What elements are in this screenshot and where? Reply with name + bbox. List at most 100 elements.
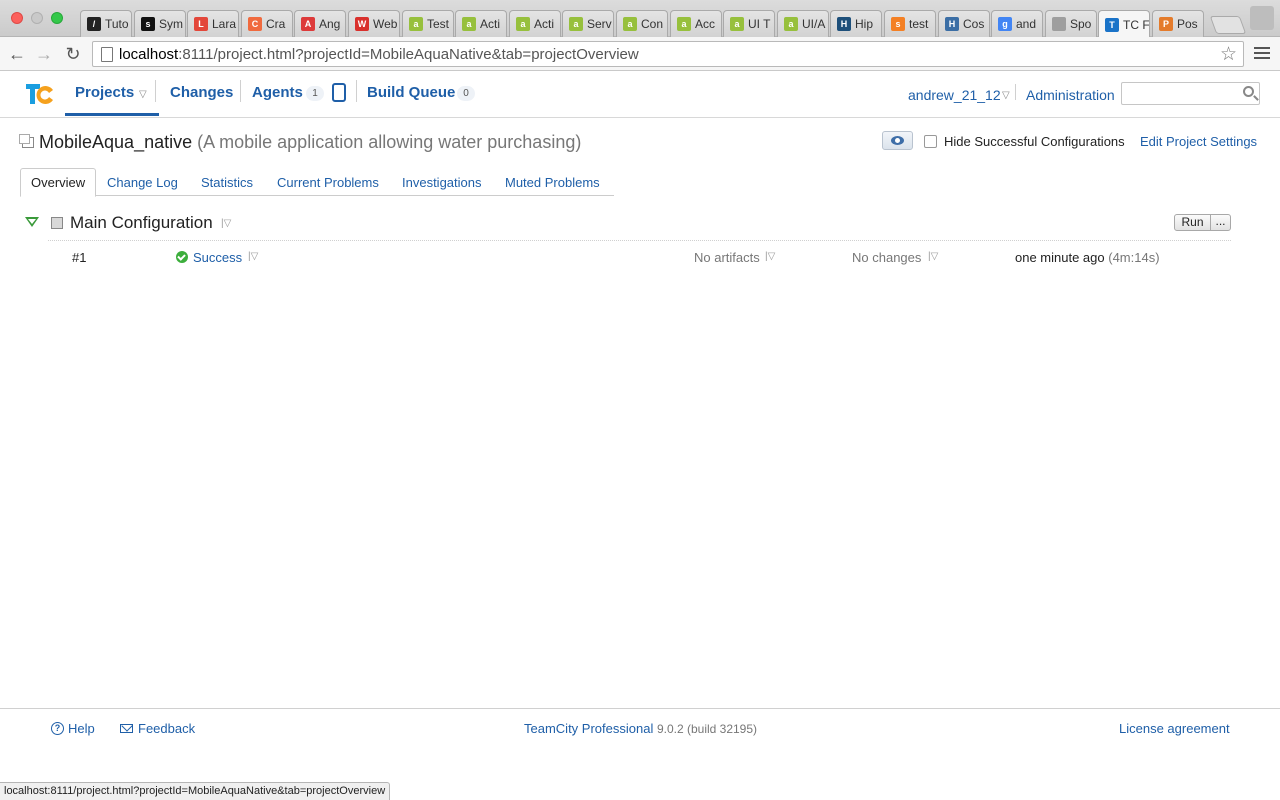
tab-label: Cra [266, 17, 286, 31]
success-check-icon [176, 251, 188, 263]
build-time-ago: one minute ago [1015, 250, 1105, 265]
tab-favicon-icon: H [945, 17, 959, 31]
tab-favicon-icon: W [355, 17, 369, 31]
browser-tab[interactable]: s Sym [134, 10, 186, 37]
build-status-link[interactable]: Success [193, 250, 242, 265]
help-link[interactable]: Help [68, 721, 95, 736]
bookmark-star-icon[interactable]: ☆ [1220, 43, 1237, 66]
browser-tab[interactable]: A Ang [294, 10, 346, 37]
browser-tab[interactable]: C Cra [241, 10, 293, 37]
artifacts-dropdown-caret-icon[interactable]: |▽ [765, 251, 775, 262]
address-bar[interactable]: localhost:8111/project.html?projectId=Mo… [92, 41, 1244, 67]
tab-label: and [1016, 17, 1037, 31]
tab-label: Lara [212, 17, 237, 31]
tab-label: Pos [1177, 17, 1198, 31]
tab-change-log[interactable]: Change Log [107, 175, 178, 190]
agent-status-icon[interactable] [332, 83, 346, 102]
user-menu-link[interactable]: andrew_21_12 [908, 87, 1001, 103]
zoom-window-button[interactable] [51, 12, 63, 24]
tab-overview[interactable]: Overview [20, 168, 97, 197]
tab-current-problems[interactable]: Current Problems [277, 175, 379, 190]
tab-favicon-icon: g [998, 17, 1012, 31]
tab-favicon-icon: a [516, 17, 530, 31]
help-icon[interactable]: ? [51, 722, 64, 735]
watch-eye-button[interactable] [882, 131, 913, 150]
projects-dropdown-caret-icon[interactable]: ▽ [139, 89, 147, 100]
run-button[interactable]: Run [1174, 214, 1211, 231]
browser-tab[interactable]: Spo [1045, 10, 1097, 37]
changes-link[interactable]: No changes [852, 250, 921, 265]
license-agreement-link[interactable]: License agreement [1119, 721, 1230, 736]
minimize-window-button[interactable] [31, 12, 43, 24]
tab-investigations[interactable]: Investigations [402, 175, 482, 190]
hide-successful-label[interactable]: Hide Successful Configurations [944, 134, 1125, 149]
edit-project-settings-link[interactable]: Edit Project Settings [1140, 134, 1257, 149]
config-dropdown-caret-icon[interactable]: |▽ [221, 218, 231, 229]
browser-tab[interactable]: a Test [402, 10, 454, 37]
tab-favicon-icon: a [784, 17, 798, 31]
project-name: MobileAqua_native [39, 132, 193, 152]
forward-arrow-icon[interactable]: → [33, 43, 55, 65]
browser-tab[interactable]: a Serv [562, 10, 614, 37]
browser-tab[interactable]: W Web [348, 10, 400, 37]
feedback-mail-icon[interactable] [120, 724, 133, 733]
tab-label: UI/A [802, 17, 826, 31]
tab-favicon-icon: H [837, 17, 851, 31]
browser-tab[interactable]: a Acti [455, 10, 507, 37]
product-link[interactable]: TeamCity Professional [524, 721, 653, 736]
hide-successful-checkbox[interactable] [924, 135, 937, 148]
product-version: TeamCity Professional 9.0.2 (build 32195… [524, 721, 757, 736]
tab-label: UI T [748, 17, 771, 31]
artifacts-link[interactable]: No artifacts [694, 250, 760, 265]
teamcity-logo-icon[interactable] [24, 81, 56, 107]
browser-tab[interactable]: H Cos [938, 10, 990, 37]
tab-favicon-icon: a [569, 17, 583, 31]
tab-favicon-icon: a [462, 17, 476, 31]
feedback-link[interactable]: Feedback [138, 721, 195, 736]
collapse-triangle-icon[interactable] [25, 217, 39, 227]
tab-label: Ang [319, 17, 341, 31]
build-time: one minute ago (4m:14s) [1015, 250, 1160, 265]
profile-icon[interactable] [1250, 6, 1274, 30]
browser-tab[interactable]: TTC F× [1098, 10, 1150, 38]
browser-tab[interactable]: a Con [616, 10, 668, 37]
status-dropdown-caret-icon[interactable]: |▽ [248, 251, 258, 262]
browser-tab[interactable]: H Hip [830, 10, 882, 37]
browser-tab[interactable]: a UI/A [777, 10, 829, 37]
tab-label: Acti [534, 17, 555, 31]
build-config-icon [51, 217, 63, 229]
browser-tab[interactable]: s test [884, 10, 936, 37]
search-input[interactable] [1121, 82, 1260, 105]
administration-link[interactable]: Administration [1026, 87, 1115, 103]
tab-statistics[interactable]: Statistics [201, 175, 253, 190]
tab-favicon-icon: A [301, 17, 315, 31]
nav-agents[interactable]: Agents [252, 84, 303, 101]
browser-tab[interactable]: a Acc [670, 10, 722, 37]
changes-dropdown-caret-icon[interactable]: |▽ [928, 251, 938, 262]
nav-build-queue[interactable]: Build Queue [367, 84, 455, 101]
new-tab-button[interactable] [1209, 16, 1247, 34]
project-description: (A mobile application allowing water pur… [197, 132, 582, 152]
back-arrow-icon[interactable]: ← [6, 43, 28, 65]
nav-projects[interactable]: Projects [75, 84, 134, 101]
close-window-button[interactable] [11, 12, 23, 24]
build-number[interactable]: #1 [72, 250, 86, 265]
browser-tab[interactable]: g and [991, 10, 1043, 37]
tab-muted-problems[interactable]: Muted Problems [505, 175, 600, 190]
nav-changes[interactable]: Changes [170, 84, 233, 101]
browser-tab[interactable]: P Pos [1152, 10, 1204, 37]
reload-icon[interactable]: ↻ [62, 43, 84, 65]
browser-menu-icon[interactable] [1254, 45, 1270, 61]
version-text: 9.0.2 (build 32195) [656, 722, 758, 736]
browser-tab[interactable]: L Lara [187, 10, 239, 37]
browser-tab[interactable]: / Tuto [80, 10, 132, 37]
search-icon[interactable] [1243, 86, 1254, 97]
browser-tab[interactable]: a Acti [509, 10, 561, 37]
browser-tab[interactable]: a UI T [723, 10, 775, 37]
user-dropdown-caret-icon[interactable]: ▽ [1002, 90, 1010, 101]
build-config-name[interactable]: Main Configuration [70, 213, 213, 233]
run-options-button[interactable]: ... [1210, 214, 1231, 231]
tab-favicon-icon [1052, 17, 1066, 31]
nav-projects-label: Projects [75, 84, 135, 101]
tab-label: Acc [695, 17, 716, 31]
